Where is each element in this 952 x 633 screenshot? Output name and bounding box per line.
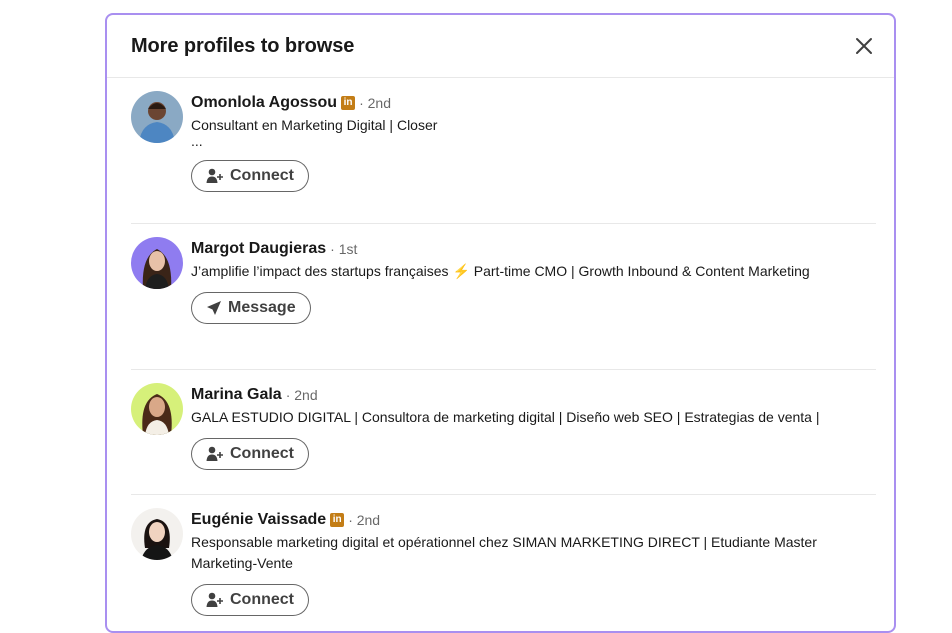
profile-row: Marina Gala · 2nd GALA ESTUDIO DIGITAL |… [131, 370, 876, 495]
connection-degree: · 2nd [359, 95, 391, 111]
premium-badge-icon: in [330, 513, 345, 527]
connect-button[interactable]: Connect [191, 584, 309, 616]
connection-degree: · 1st [330, 241, 358, 257]
premium-badge-icon: in [341, 96, 356, 110]
close-button[interactable] [848, 30, 880, 62]
profile-headline: Consultant en Marketing Digital | Closer [191, 117, 438, 133]
headline-text: Part-time CMO | Growth Inbound & Content… [473, 263, 810, 279]
profile-row: Eugénie Vaissade in · 2nd Responsable ma… [131, 495, 876, 631]
connection-degree: · 2nd [348, 512, 381, 528]
headline-more: ... [191, 133, 203, 149]
profile-name[interactable]: Eugénie Vaissade [191, 510, 326, 530]
avatar[interactable] [131, 508, 183, 560]
avatar[interactable] [131, 237, 183, 289]
profile-name[interactable]: Marina Gala [191, 385, 282, 405]
message-button[interactable]: Message [191, 292, 311, 324]
modal-header: More profiles to browse [107, 15, 894, 78]
add-person-icon [206, 592, 223, 607]
connect-label: Connect [230, 167, 294, 184]
close-icon [856, 38, 872, 54]
profile-headline: Responsable marketing digital et opérati… [191, 534, 817, 571]
profiles-list: Omonlola Agossou in · 2nd Consultant en … [107, 78, 894, 631]
profile-name[interactable]: Margot Daugieras [191, 239, 326, 259]
connect-label: Connect [230, 591, 294, 608]
connect-button[interactable]: Connect [191, 160, 309, 192]
connection-degree: · 2nd [285, 387, 318, 403]
profiles-modal: More profiles to browse Omonlola Agossou [105, 13, 896, 633]
add-person-icon [206, 168, 223, 183]
connect-label: Connect [230, 445, 294, 462]
headline-text: J’amplifie l’impact des startups françai… [191, 263, 449, 279]
avatar[interactable] [131, 383, 183, 435]
profile-row: Omonlola Agossou in · 2nd Consultant en … [131, 78, 876, 224]
add-person-icon [206, 446, 223, 461]
profile-row: Margot Daugieras · 1st J’amplifie l’impa… [131, 224, 876, 370]
send-icon [207, 301, 221, 315]
avatar[interactable] [131, 91, 183, 143]
connect-button[interactable]: Connect [191, 438, 309, 470]
modal-title: More profiles to browse [131, 34, 355, 57]
profile-headline: J’amplifie l’impact des startups françai… [191, 261, 876, 282]
profile-name[interactable]: Omonlola Agossou [191, 93, 337, 113]
message-label: Message [228, 299, 296, 316]
profile-headline: GALA ESTUDIO DIGITAL | Consultora de mar… [191, 409, 820, 425]
lightning-icon: ⚡ [452, 263, 470, 279]
